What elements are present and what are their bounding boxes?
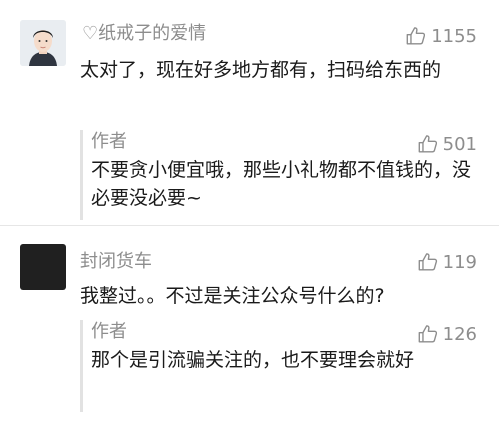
comment-text: 我整过。。不过是关注公众号什么的? xyxy=(80,285,385,307)
like-count: 1155 xyxy=(431,25,477,47)
comment-item: 封闭货车 119 我整过。。不过是关注公众号什么的? 作者 126 那个是引流骗… xyxy=(0,226,499,422)
reply-text: 不要贪小便宜哦，那些小礼物都不值钱的，没必要没必要~ xyxy=(91,159,472,209)
thumbs-up-icon xyxy=(418,253,437,271)
reply-like-count: 501 xyxy=(442,133,477,155)
like-button[interactable]: 119 xyxy=(417,250,477,274)
like-count: 119 xyxy=(442,251,477,273)
comment-text: 太对了，现在好多地方都有，扫码给东西的 xyxy=(80,59,442,81)
username[interactable]: 封闭货车 xyxy=(80,250,152,274)
reply-like-button[interactable]: 126 xyxy=(417,322,477,346)
thumbs-up-icon xyxy=(418,135,437,153)
thumbs-up-icon xyxy=(406,27,426,45)
author-reply: 作者 501 不要贪小便宜哦，那些小礼物都不值钱的，没必要没必要~ xyxy=(80,130,499,220)
reply-like-button[interactable]: 501 xyxy=(417,132,477,156)
author-reply: 作者 126 那个是引流骗关注的，也不要理会就好 xyxy=(80,320,499,412)
reply-author: 作者 xyxy=(91,321,127,342)
reply-bar xyxy=(80,130,83,220)
reply-author: 作者 xyxy=(91,131,127,152)
avatar-portrait-icon xyxy=(20,20,66,66)
thumbs-up-icon xyxy=(418,325,437,343)
username[interactable]: ♡纸戒子的爱情 xyxy=(82,22,206,46)
reply-like-count: 126 xyxy=(442,323,477,345)
avatar[interactable] xyxy=(20,244,66,290)
reply-bar xyxy=(80,320,83,412)
avatar[interactable] xyxy=(20,20,66,66)
comment-item: ♡纸戒子的爱情 1155 太对了，现在好多地方都有，扫码给东西的 作者 501 … xyxy=(0,0,499,226)
like-button[interactable]: 1155 xyxy=(405,24,477,48)
reply-text: 那个是引流骗关注的，也不要理会就好 xyxy=(91,349,415,371)
